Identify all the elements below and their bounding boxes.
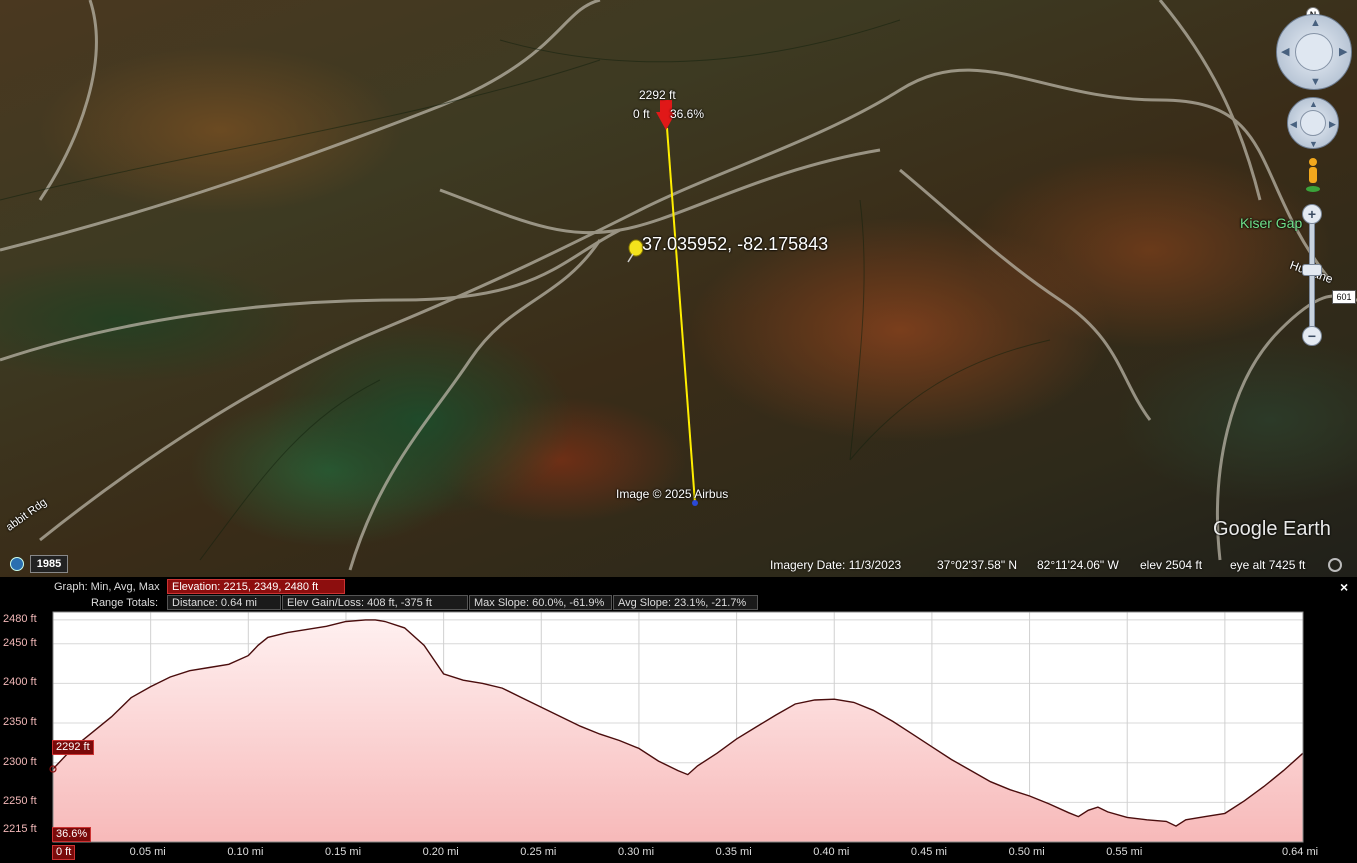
x-tick-label: 0.64 mi [1282, 846, 1319, 858]
x-tick-label: 0.30 mi [617, 846, 655, 858]
zoom-in-button[interactable]: + [1302, 204, 1322, 224]
imagery-date: Imagery Date: 11/3/2023 [770, 558, 902, 572]
eye-icon[interactable] [1295, 33, 1333, 71]
x-tick-label: 0.15 mi [324, 846, 362, 858]
x-tick-label: 0.40 mi [813, 846, 850, 858]
map-view[interactable]: 2292 ft 0 ft 36.6% 37.035952, -82.175843… [0, 0, 1357, 577]
elevation-profile-chart[interactable] [0, 577, 1357, 863]
arrow-down-icon[interactable]: ▼ [1310, 77, 1321, 88]
historical-imagery-icon[interactable] [10, 557, 24, 571]
placemark-label[interactable]: 37.035952, -82.175843 [642, 234, 828, 255]
streaming-status-icon [1328, 558, 1342, 572]
y-tick-label: 2350 ft [3, 716, 37, 729]
arrow-down-icon[interactable]: ▼ [1309, 139, 1318, 150]
x-tick-label: 0.45 mi [910, 846, 947, 858]
cursor-elevation-tag: 2292 ft [52, 740, 94, 755]
y-tick-label: 2400 ft [3, 676, 37, 689]
move-control[interactable]: ▲ ▼ ◀ ▶ [1287, 97, 1339, 149]
arrow-left-icon[interactable]: ◀ [1290, 119, 1297, 130]
eye-altitude-readout: eye alt 7425 ft [1230, 558, 1306, 572]
arrow-right-icon[interactable]: ▶ [1329, 119, 1336, 130]
route-shield: 601 [1332, 290, 1356, 304]
historical-imagery-year[interactable]: 1985 [30, 555, 68, 573]
yellow-pushpin-icon[interactable] [627, 239, 644, 263]
x-tick-label: 0.20 mi [422, 846, 459, 858]
x-tick-label: 0.10 mi [227, 846, 264, 858]
look-around-control[interactable]: ▲ ▼ ◀ ▶ [1276, 14, 1352, 90]
street-view-pegman-icon[interactable] [1305, 157, 1321, 193]
y-tick-label: 2300 ft [3, 755, 37, 768]
zoom-slider-thumb[interactable] [1302, 263, 1322, 276]
x-tick-label: 0.05 mi [129, 846, 166, 858]
imagery-credit: Image © 2025 Airbus [616, 487, 729, 501]
arrow-left-icon[interactable]: ◀ [1281, 47, 1289, 58]
hand-icon[interactable] [1300, 110, 1326, 136]
x-tick-label: 0.35 mi [715, 846, 752, 858]
place-label-kiser-gap: Kiser Gap [1240, 215, 1303, 231]
arrow-up-icon[interactable]: ▲ [1310, 18, 1321, 29]
ruler-start-slope-label: 36.6% [670, 107, 705, 121]
x-tick-label: 0.55 mi [1106, 846, 1143, 858]
zoom-slider-track[interactable] [1309, 210, 1315, 342]
ruler-start-elevation-label: 2292 ft [639, 88, 676, 102]
zoom-out-button[interactable]: − [1302, 326, 1322, 346]
y-tick-label: 2480 ft [3, 612, 37, 625]
cursor-slope-tag: 36.6% [52, 827, 92, 842]
x-tick-label: 0.25 mi [520, 846, 557, 858]
arrow-up-icon[interactable]: ▲ [1309, 99, 1318, 110]
longitude-readout: 82°11'24.06" W [1037, 558, 1119, 572]
elevation-readout: elev 2504 ft [1140, 558, 1203, 572]
google-earth-logo: Google Earth [1213, 518, 1331, 540]
latitude-readout: 37°02'37.58" N [937, 558, 1018, 572]
cursor-distance-tag: 0 ft [52, 845, 76, 860]
x-tick-label: 0.50 mi [1008, 846, 1045, 858]
arrow-right-icon[interactable]: ▶ [1339, 47, 1347, 58]
elevation-profile-panel: Graph: Min, Avg, Max Range Totals: Eleva… [0, 577, 1357, 863]
ruler-start-distance-label: 0 ft [633, 107, 650, 121]
y-tick-label: 2250 ft [3, 795, 37, 808]
y-tick-label: 2215 ft [3, 823, 37, 836]
ruler-line [666, 127, 696, 504]
y-tick-label: 2450 ft [3, 636, 37, 649]
